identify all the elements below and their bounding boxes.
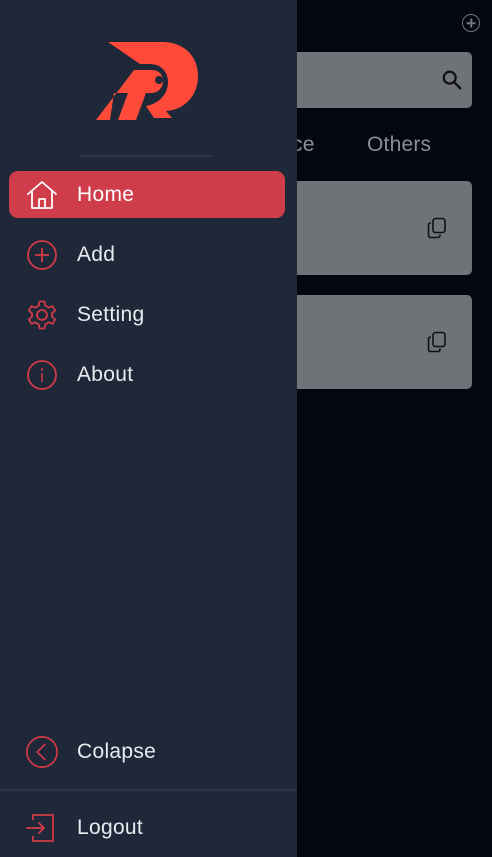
nav-label-setting: Setting — [77, 302, 145, 326]
nav-label-home: Home — [77, 182, 135, 206]
chevron-left-circle-icon — [25, 735, 59, 769]
nav-item-setting[interactable]: Setting — [9, 291, 285, 338]
logout-label: Logout — [77, 815, 144, 839]
nav-label-about: About — [77, 362, 134, 386]
home-icon — [25, 178, 59, 212]
logout-button[interactable]: Logout — [9, 804, 285, 851]
collapse-label: Colapse — [77, 739, 157, 763]
search-bar[interactable] — [270, 52, 472, 108]
list-card[interactable] — [270, 181, 472, 275]
copy-icon[interactable] — [427, 217, 447, 239]
collapse-button[interactable]: Colapse — [9, 728, 285, 775]
copy-icon[interactable] — [427, 331, 447, 353]
logout-icon — [25, 811, 59, 845]
brand-logo — [96, 42, 198, 120]
bottom-divider — [0, 789, 297, 791]
nav-item-home[interactable]: Home — [9, 171, 285, 218]
search-icon[interactable] — [441, 69, 463, 91]
add-circle-icon[interactable] — [462, 14, 480, 32]
info-icon — [25, 358, 59, 392]
plus-circle-icon — [25, 238, 59, 272]
nav-label-add: Add — [77, 242, 116, 266]
logo-divider — [81, 155, 213, 157]
navigation-drawer: Home Add Setting About Colapse Logout — [0, 0, 297, 857]
tab-others[interactable]: Others — [367, 133, 431, 157]
nav-item-about[interactable]: About — [9, 351, 285, 398]
list-card[interactable] — [270, 295, 472, 389]
gear-icon — [25, 298, 59, 332]
nav-item-add[interactable]: Add — [9, 231, 285, 278]
